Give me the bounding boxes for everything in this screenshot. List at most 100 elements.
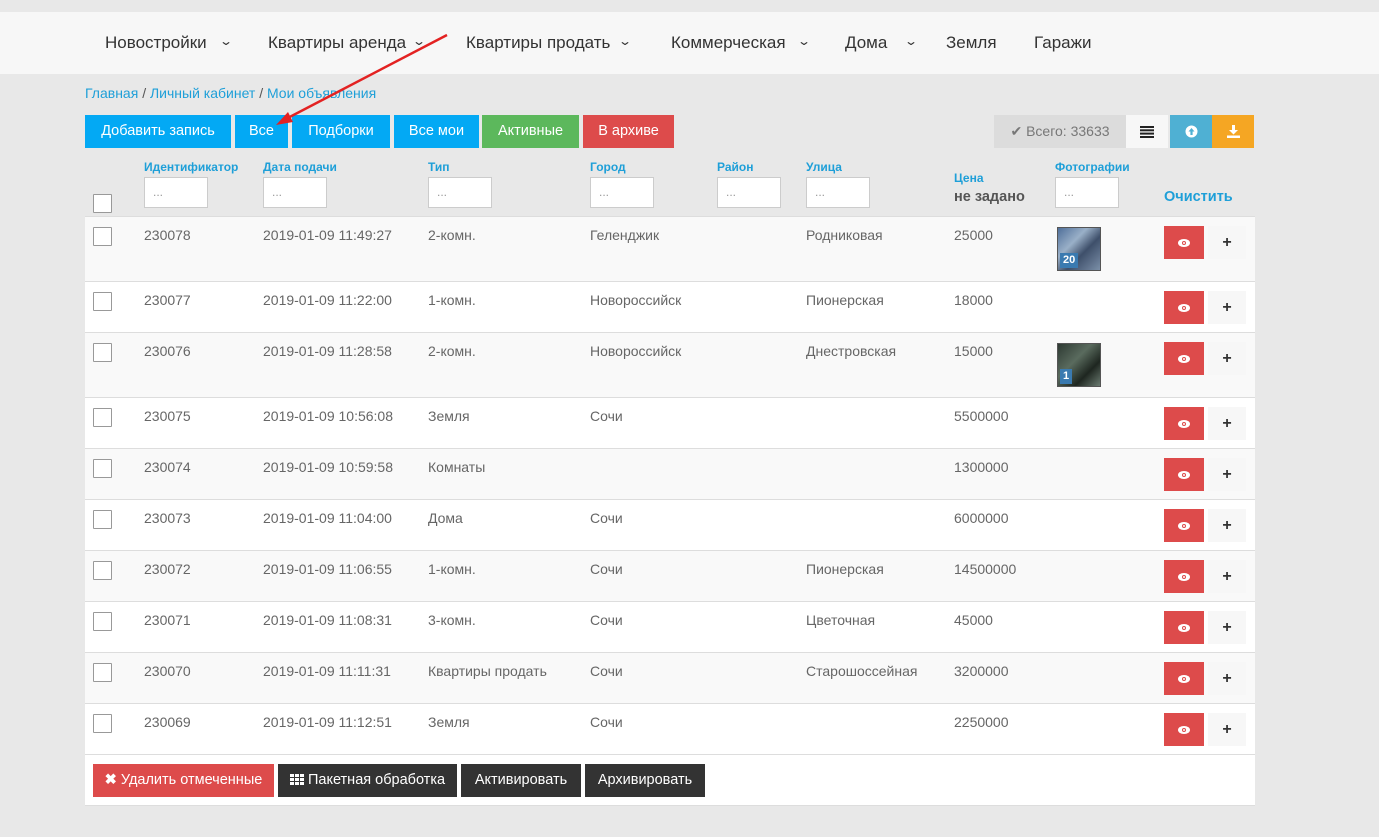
list-icon	[1140, 125, 1154, 138]
add-to-collection-button[interactable]: +	[1208, 226, 1246, 259]
date-filter-input[interactable]: ...	[263, 177, 327, 208]
row-checkbox[interactable]	[93, 510, 112, 529]
row-checkbox[interactable]	[93, 663, 112, 682]
collections-button[interactable]: Подборки	[292, 115, 390, 148]
breadcrumb-separator: /	[142, 85, 147, 101]
active-button[interactable]: Активные	[482, 115, 579, 148]
add-record-button[interactable]: Добавить запись	[85, 115, 231, 148]
view-button[interactable]	[1164, 560, 1204, 593]
view-button[interactable]	[1164, 407, 1204, 440]
column-header-street[interactable]: Улица	[806, 160, 842, 174]
cell-street: Пионерская	[806, 561, 884, 577]
view-button[interactable]	[1164, 611, 1204, 644]
download-button[interactable]	[1212, 115, 1254, 148]
table-row[interactable]: 230076 2019-01-09 11:28:58 2-комн. Новоросс…	[85, 332, 1255, 397]
add-to-collection-button[interactable]: +	[1208, 662, 1246, 695]
row-checkbox[interactable]	[93, 343, 112, 362]
row-checkbox[interactable]	[93, 408, 112, 427]
table-row[interactable]: 230073 2019-01-09 11:04:00 Дома Сочи 6000000…	[85, 499, 1255, 550]
row-checkbox[interactable]	[93, 561, 112, 580]
filter-all-button[interactable]: Все	[235, 115, 288, 148]
view-button[interactable]	[1164, 509, 1204, 542]
archive-selected-button[interactable]: Архивировать	[585, 764, 705, 797]
cell-price: 15000	[954, 343, 993, 359]
clear-filters-link[interactable]: Очистить	[1164, 189, 1233, 205]
price-filter-select[interactable]: не задано	[954, 189, 1025, 205]
column-header-price[interactable]: Цена	[954, 171, 984, 185]
add-to-collection-button[interactable]: +	[1208, 407, 1246, 440]
nav-item-commercial[interactable]: Коммерческая	[671, 12, 786, 74]
nav-item-novostroyki[interactable]: Новостройки	[105, 12, 207, 74]
chevron-down-icon[interactable]: ⌄	[904, 34, 918, 48]
chevron-down-icon[interactable]: ⌄	[618, 34, 632, 48]
table-row[interactable]: 230078 2019-01-09 11:49:27 2-комн. Геленджи…	[85, 216, 1255, 281]
add-to-collection-button[interactable]: +	[1208, 611, 1246, 644]
nav-item-land[interactable]: Земля	[946, 12, 997, 74]
id-filter-input[interactable]: ...	[144, 177, 208, 208]
all-mine-button[interactable]: Все мои	[394, 115, 479, 148]
view-button[interactable]	[1164, 291, 1204, 324]
row-checkbox[interactable]	[93, 227, 112, 246]
photo-count-badge: 20	[1060, 253, 1079, 268]
column-header-type[interactable]: Тип	[428, 160, 450, 174]
archived-button[interactable]: В архиве	[583, 115, 674, 148]
chevron-down-icon[interactable]: ⌄	[797, 34, 811, 48]
cell-price: 45000	[954, 612, 993, 628]
chevron-down-icon[interactable]: ⌄	[219, 34, 233, 48]
table-row[interactable]: 230077 2019-01-09 11:22:00 1-комн. Новоросс…	[85, 281, 1255, 332]
row-checkbox[interactable]	[93, 459, 112, 478]
view-button[interactable]	[1164, 226, 1204, 259]
upload-button[interactable]	[1170, 115, 1212, 148]
column-header-photos[interactable]: Фотографии	[1055, 160, 1130, 174]
list-view-button[interactable]	[1126, 115, 1168, 148]
cell-date: 2019-01-09 11:49:27	[263, 227, 392, 243]
add-to-collection-button[interactable]: +	[1208, 291, 1246, 324]
row-checkbox[interactable]	[93, 714, 112, 733]
add-to-collection-button[interactable]: +	[1208, 458, 1246, 491]
cell-street: Днестровская	[806, 343, 897, 359]
table-row[interactable]: 230075 2019-01-09 10:56:08 Земля Сочи 550000…	[85, 397, 1255, 448]
table-row[interactable]: 230072 2019-01-09 11:06:55 1-комн. Сочи Пион…	[85, 550, 1255, 601]
table-row[interactable]: 230074 2019-01-09 10:59:58 Комнаты 1300000 +	[85, 448, 1255, 499]
nav-item-garages[interactable]: Гаражи	[1034, 12, 1091, 74]
nav-item-sell[interactable]: Квартиры продать	[466, 12, 610, 74]
view-button[interactable]	[1164, 662, 1204, 695]
view-button[interactable]	[1164, 342, 1204, 375]
nav-item-rent[interactable]: Квартиры аренда	[268, 12, 406, 74]
batch-processing-button[interactable]: Пакетная обработка	[278, 764, 457, 797]
photo-thumbnail[interactable]: 1	[1057, 343, 1101, 387]
street-filter-input[interactable]: ...	[806, 177, 870, 208]
photo-thumbnail[interactable]: 20	[1057, 227, 1101, 271]
column-header-district[interactable]: Район	[717, 160, 753, 174]
add-to-collection-button[interactable]: +	[1208, 342, 1246, 375]
city-filter-input[interactable]: ...	[590, 177, 654, 208]
chevron-down-icon[interactable]: ⌄	[412, 34, 426, 48]
add-to-collection-button[interactable]: +	[1208, 560, 1246, 593]
row-checkbox[interactable]	[93, 292, 112, 311]
cell-city: Сочи	[590, 612, 623, 628]
type-filter-input[interactable]: ...	[428, 177, 492, 208]
cell-price: 6000000	[954, 510, 1009, 526]
breadcrumb-cabinet[interactable]: Личный кабинет	[150, 85, 255, 101]
table-row[interactable]: 230071 2019-01-09 11:08:31 3-комн. Сочи Цвет…	[85, 601, 1255, 652]
add-to-collection-button[interactable]: +	[1208, 509, 1246, 542]
close-icon: ✖	[104, 772, 117, 788]
breadcrumb-home[interactable]: Главная	[85, 85, 138, 101]
view-button[interactable]	[1164, 458, 1204, 491]
column-header-date[interactable]: Дата подачи	[263, 160, 337, 174]
cell-type: 2-комн.	[428, 343, 476, 359]
table-row[interactable]: 230070 2019-01-09 11:11:31 Квартиры продат…	[85, 652, 1255, 703]
district-filter-input[interactable]: ...	[717, 177, 781, 208]
nav-item-houses[interactable]: Дома	[845, 12, 887, 74]
table-row[interactable]: 230069 2019-01-09 11:12:51 Земля Сочи 225000…	[85, 703, 1255, 754]
row-checkbox[interactable]	[93, 612, 112, 631]
select-all-checkbox[interactable]	[93, 194, 112, 213]
breadcrumb-current[interactable]: Мои объявления	[267, 85, 376, 101]
activate-button[interactable]: Активировать	[461, 764, 581, 797]
view-button[interactable]	[1164, 713, 1204, 746]
photos-filter-input[interactable]: ...	[1055, 177, 1119, 208]
column-header-city[interactable]: Город	[590, 160, 626, 174]
add-to-collection-button[interactable]: +	[1208, 713, 1246, 746]
column-header-id[interactable]: Идентификатор	[144, 160, 238, 174]
delete-selected-button[interactable]: ✖ Удалить отмеченные	[93, 764, 274, 797]
